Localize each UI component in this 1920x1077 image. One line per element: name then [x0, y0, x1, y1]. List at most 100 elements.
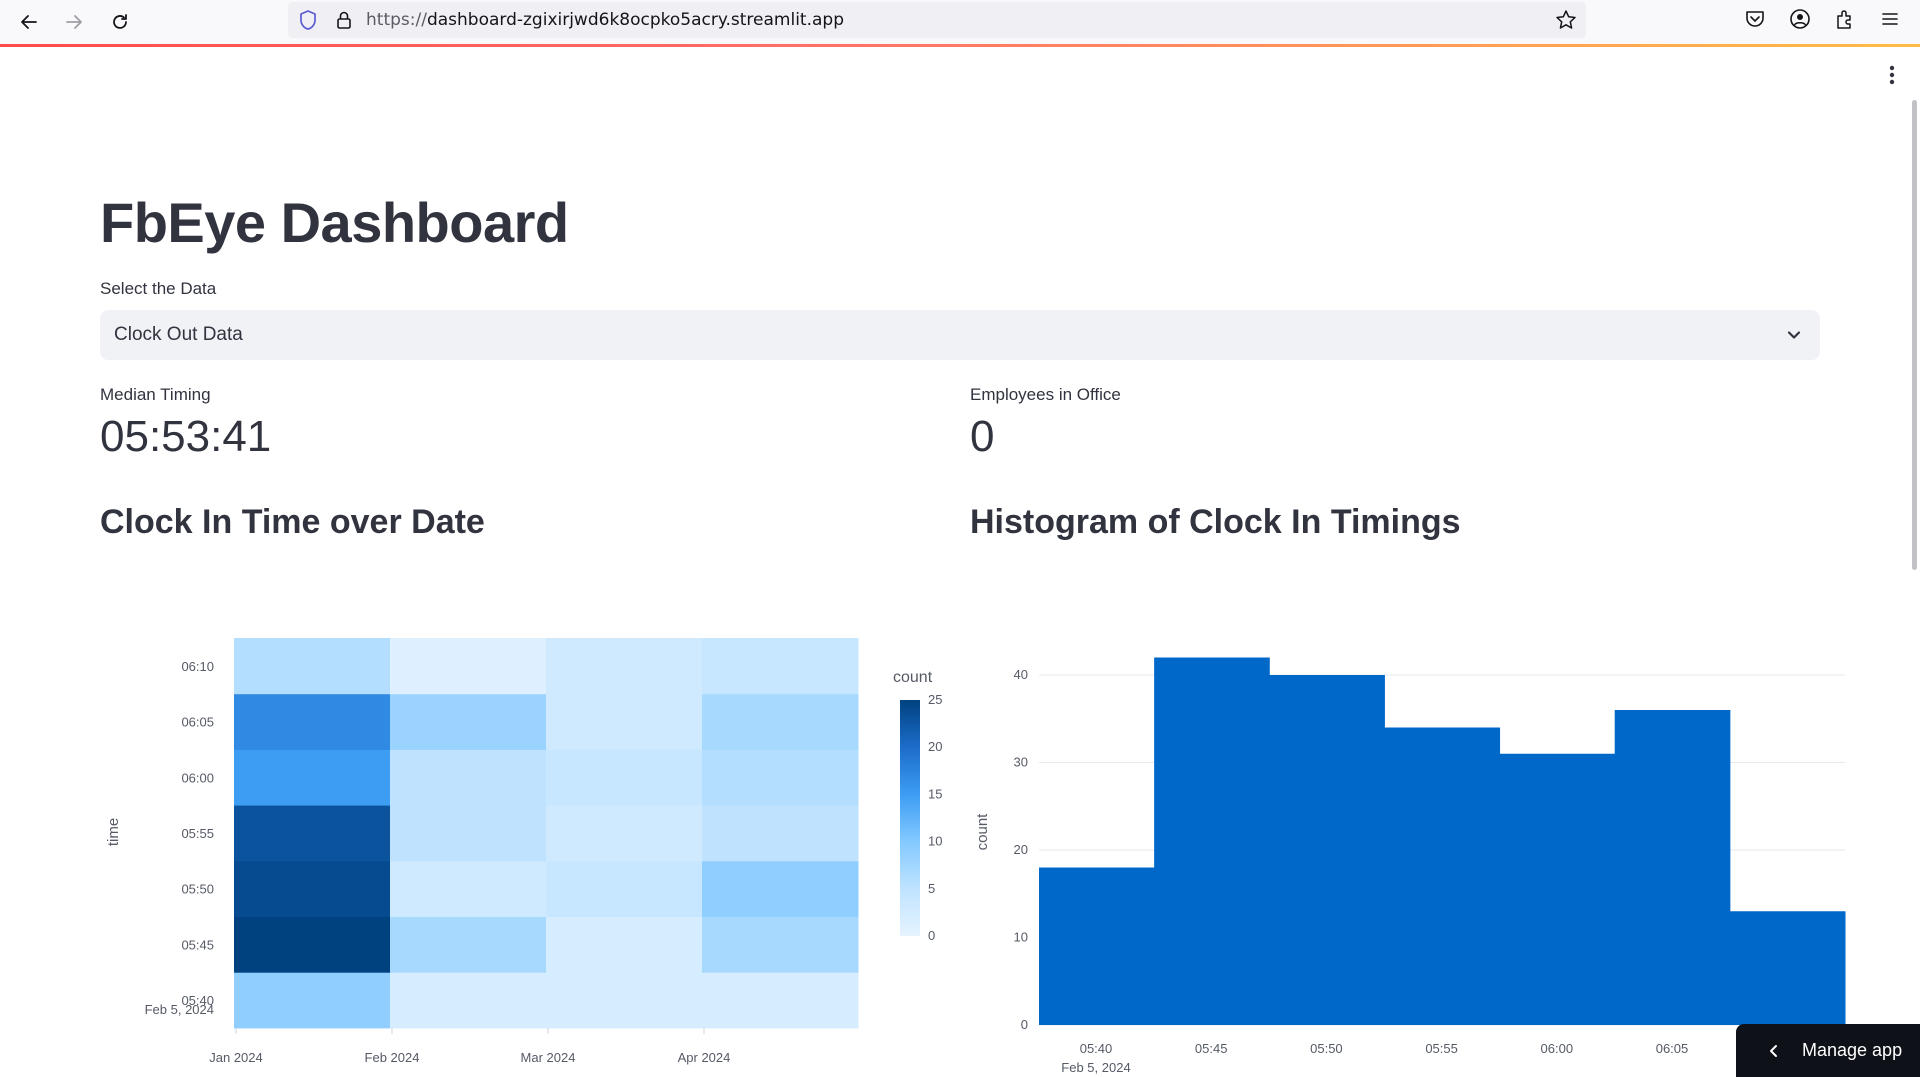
histogram-bar[interactable] [1154, 657, 1270, 1026]
heatmap-cell[interactable] [702, 638, 859, 695]
select-value: Clock Out Data [114, 324, 243, 345]
manage-app-label: Manage app [1802, 1040, 1903, 1060]
metric-median-value: 05:53:41 [100, 412, 272, 461]
histogram-y-tick: 30 [1014, 755, 1028, 770]
manage-app-button[interactable]: Manage app [1736, 1024, 1920, 1077]
progress-line [0, 44, 1920, 47]
heatmap-cell[interactable] [234, 693, 391, 750]
heatmap-cell[interactable] [390, 638, 547, 695]
colorbar-tick: 15 [928, 786, 942, 801]
heatmap-cell[interactable] [546, 749, 703, 806]
heatmap-y-tick: 06:05 [181, 715, 214, 730]
histogram-y-tick: 20 [1014, 842, 1028, 857]
colorbar-tick: 5 [928, 881, 935, 896]
page-scrollbar[interactable] [1912, 100, 1917, 570]
reload-button[interactable] [103, 5, 137, 39]
heatmap-cell[interactable] [546, 638, 703, 695]
histogram-x-tick: 05:45 [1195, 1041, 1228, 1056]
heatmap-y-tick: 05:55 [181, 826, 214, 841]
heatmap-cell[interactable] [234, 860, 391, 917]
heatmap-cell[interactable] [546, 693, 703, 750]
heatmap-y-tick: 06:10 [181, 659, 214, 674]
heatmap-chart[interactable]: 05:4005:4505:5005:5506:0006:0506:10 Jan … [90, 600, 970, 1077]
heatmap-cell[interactable] [702, 916, 859, 973]
page-title: FbEye Dashboard [100, 191, 569, 254]
heatmap-cell[interactable] [234, 638, 391, 695]
heatmap-cell[interactable] [234, 972, 391, 1029]
forward-arrow-icon [66, 15, 82, 29]
histogram-bar[interactable] [1269, 675, 1385, 1025]
histogram-bar[interactable] [1614, 710, 1731, 1025]
pocket-icon[interactable] [1744, 8, 1766, 30]
heatmap-cell[interactable] [234, 749, 391, 806]
histogram-x-tick: 05:55 [1425, 1041, 1458, 1056]
heatmap-y-tick: 05:50 [181, 882, 214, 897]
colorbar-tick: 10 [928, 834, 942, 849]
chevron-left-icon [1770, 1044, 1777, 1057]
histogram-bar[interactable] [1729, 911, 1846, 1025]
heatmap-x-tick: Mar 2024 [521, 1050, 576, 1065]
extensions-icon[interactable] [1834, 8, 1856, 30]
back-button[interactable] [12, 5, 46, 39]
heatmap-cell[interactable] [390, 972, 547, 1029]
histogram-y-tick: 0 [1021, 1017, 1028, 1032]
histogram-x-tick: 06:00 [1541, 1041, 1574, 1056]
heatmap-cell[interactable] [702, 972, 859, 1029]
heatmap-cell[interactable] [546, 972, 703, 1029]
heatmap-cell[interactable] [390, 693, 547, 750]
heatmap-y-tick: 05:45 [181, 937, 214, 952]
heatmap-cell[interactable] [234, 805, 391, 862]
histogram-x-tick: 05:40 [1080, 1041, 1113, 1056]
heatmap-cell[interactable] [390, 805, 547, 862]
histogram-bar[interactable] [1499, 753, 1616, 1025]
reload-icon [113, 14, 127, 29]
histogram-y-tick: 10 [1014, 930, 1028, 945]
histogram-bar[interactable] [1384, 727, 1501, 1026]
data-select[interactable]: Clock Out Data [100, 310, 1820, 360]
colorbar-title: count [893, 669, 933, 686]
heatmap-cell[interactable] [702, 749, 859, 806]
heatmap-cell[interactable] [390, 860, 547, 917]
heatmap-y-tick: 06:00 [181, 770, 214, 785]
colorbar-tick: 25 [928, 692, 942, 707]
shield-icon[interactable] [298, 9, 318, 31]
kebab-menu-icon [1889, 65, 1895, 85]
heatmap-cell[interactable] [546, 805, 703, 862]
histogram-bar[interactable] [1039, 867, 1155, 1026]
back-arrow-icon [21, 15, 37, 29]
app-main-menu-button[interactable] [1882, 62, 1902, 88]
heatmap-cell[interactable] [390, 916, 547, 973]
heatmap-x-tick: Apr 2024 [678, 1050, 731, 1065]
menu-icon[interactable] [1879, 8, 1901, 30]
star-icon[interactable] [1555, 9, 1577, 31]
heatmap-x-tick: Feb 2024 [365, 1050, 420, 1065]
histogram-y-axis-title: count [974, 813, 991, 851]
forward-button[interactable] [57, 5, 91, 39]
histogram-y-tick: 40 [1014, 667, 1028, 682]
heatmap-cell[interactable] [546, 860, 703, 917]
histogram-x-tick: 05:50 [1310, 1041, 1343, 1056]
colorbar [900, 700, 920, 936]
metric-employees-label: Employees in Office [970, 385, 1121, 404]
metric-employees-value: 0 [970, 412, 995, 461]
url-text[interactable]: https://dashboard-zgixirjwd6k8ocpko5acry… [366, 10, 844, 30]
colorbar-tick: 0 [928, 928, 935, 943]
heatmap-x-tick: Jan 2024 [209, 1050, 263, 1065]
colorbar-tick: 20 [928, 739, 942, 754]
heatmap-cell[interactable] [234, 916, 391, 973]
heatmap-cell[interactable] [702, 693, 859, 750]
heatmap-cell[interactable] [702, 860, 859, 917]
heatmap-section-title: Clock In Time over Date [100, 503, 485, 541]
histogram-chart[interactable]: 0 10 20 30 40 05:40 05:45 05:50 05:55 06:00 06:05… [960, 600, 1860, 1077]
account-icon[interactable] [1789, 8, 1811, 30]
heatmap-cell[interactable] [390, 749, 547, 806]
lock-icon[interactable] [334, 9, 354, 31]
select-label: Select the Data [100, 279, 217, 298]
metric-median-label: Median Timing [100, 385, 211, 404]
heatmap-cell[interactable] [702, 805, 859, 862]
url-protocol: https:// [366, 10, 427, 30]
url-host: dashboard-zgixirjwd6k8ocpko5acry.streaml… [426, 10, 844, 30]
heatmap-cell[interactable] [546, 916, 703, 973]
heatmap-y-axis-title: time [105, 818, 122, 846]
histogram-section-title: Histogram of Clock In Timings [970, 503, 1461, 541]
